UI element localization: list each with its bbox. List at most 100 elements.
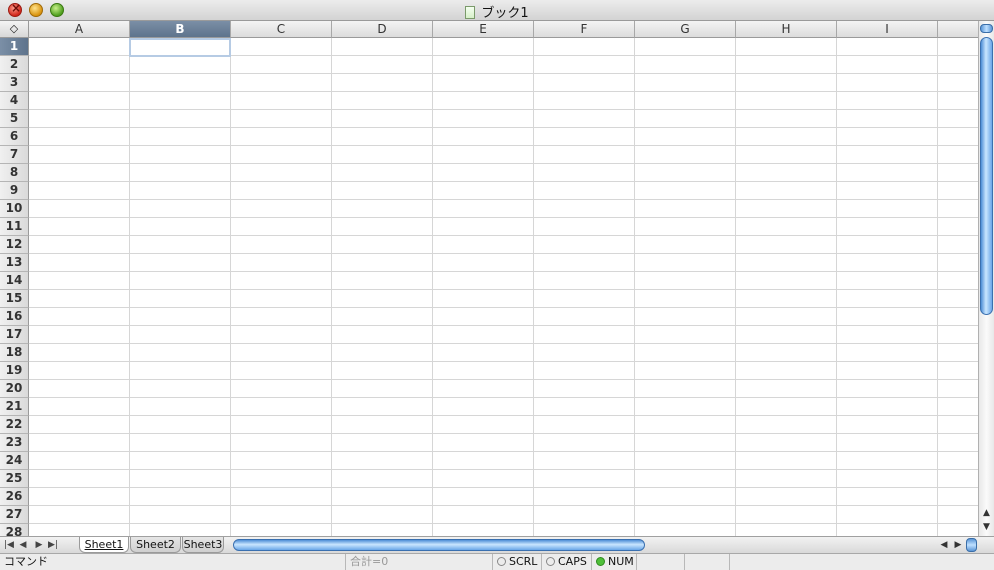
row-header-8[interactable]: 8 bbox=[0, 164, 29, 182]
column-header-g[interactable]: G bbox=[635, 21, 736, 38]
row-header-20[interactable]: 20 bbox=[0, 380, 29, 398]
gridline-horizontal bbox=[29, 505, 978, 506]
active-cell-b1[interactable] bbox=[129, 38, 231, 57]
column-header-f[interactable]: F bbox=[534, 21, 635, 38]
status-segment-empty-1 bbox=[637, 554, 685, 570]
status-bar: コマンド 合計=0 SCRL CAPS NUM bbox=[0, 553, 994, 570]
row-header-1[interactable]: 1 bbox=[0, 38, 29, 56]
caps-label: CAPS bbox=[558, 555, 587, 568]
gridline-horizontal bbox=[29, 433, 978, 434]
window-title: ブック1 bbox=[481, 6, 529, 21]
status-caps: CAPS bbox=[542, 554, 592, 570]
row-header-16[interactable]: 16 bbox=[0, 308, 29, 326]
row-header-6[interactable]: 6 bbox=[0, 128, 29, 146]
gridline-horizontal bbox=[29, 415, 978, 416]
column-header-a[interactable]: A bbox=[29, 21, 130, 38]
column-header-h[interactable]: H bbox=[736, 21, 837, 38]
row-header-2[interactable]: 2 bbox=[0, 56, 29, 74]
gridline-vertical bbox=[432, 38, 433, 536]
sheet-tab-3[interactable]: Sheet3 bbox=[182, 537, 224, 553]
horizontal-scroll-thumb[interactable] bbox=[233, 539, 645, 551]
gridline-horizontal bbox=[29, 307, 978, 308]
gridline-vertical bbox=[634, 38, 635, 536]
spreadsheet-grid[interactable]: ◇ A B C D E F G H I 1 2 3 4 5 6 7 8 9 10 11 12 13 14 15 16 17 18 19… bbox=[0, 21, 978, 536]
caps-indicator-icon bbox=[546, 557, 555, 566]
gridline-vertical bbox=[331, 38, 332, 536]
gridline-horizontal bbox=[29, 325, 978, 326]
gridline-horizontal bbox=[29, 91, 978, 92]
column-header-partial[interactable] bbox=[938, 21, 978, 38]
next-sheet-icon[interactable]: ▶ bbox=[33, 538, 45, 552]
row-header-25[interactable]: 25 bbox=[0, 470, 29, 488]
sheet-tab-bar: |◀ ◀ ▶ ▶| ◀ ▶ Sheet1 Sheet2 Sheet3 bbox=[0, 536, 994, 553]
row-header-7[interactable]: 7 bbox=[0, 146, 29, 164]
row-header-10[interactable]: 10 bbox=[0, 200, 29, 218]
gridline-vertical bbox=[836, 38, 837, 536]
scroll-left-icon[interactable]: ◀ bbox=[938, 539, 950, 551]
gridline-horizontal bbox=[29, 235, 978, 236]
row-header-19[interactable]: 19 bbox=[0, 362, 29, 380]
column-header-d[interactable]: D bbox=[332, 21, 433, 38]
vertical-split-handle[interactable] bbox=[980, 24, 993, 33]
row-header-28[interactable]: 28 bbox=[0, 524, 29, 536]
row-header-22[interactable]: 22 bbox=[0, 416, 29, 434]
row-header-23[interactable]: 23 bbox=[0, 434, 29, 452]
horizontal-split-handle[interactable] bbox=[966, 538, 977, 552]
scrl-label: SCRL bbox=[509, 555, 538, 568]
row-header-17[interactable]: 17 bbox=[0, 326, 29, 344]
row-header-5[interactable]: 5 bbox=[0, 110, 29, 128]
gridline-horizontal bbox=[29, 181, 978, 182]
gridline-horizontal bbox=[29, 289, 978, 290]
last-sheet-icon[interactable]: ▶| bbox=[47, 538, 59, 552]
vertical-scroll-thumb[interactable] bbox=[980, 37, 993, 315]
excel-window: ブック1 ◇ ABCDEFGHI123456789101112131415161… bbox=[0, 0, 994, 570]
workbook-document-icon bbox=[465, 6, 476, 19]
first-sheet-icon[interactable]: |◀ bbox=[3, 538, 15, 552]
window-title-group: ブック1 bbox=[0, 2, 994, 21]
diamond-icon: ◇ bbox=[9, 22, 19, 35]
row-header-24[interactable]: 24 bbox=[0, 452, 29, 470]
status-segment-empty-2 bbox=[685, 554, 730, 570]
status-sum: 合計=0 bbox=[346, 554, 493, 570]
row-header-4[interactable]: 4 bbox=[0, 92, 29, 110]
gridline-horizontal bbox=[29, 199, 978, 200]
title-bar[interactable]: ブック1 bbox=[0, 0, 994, 21]
row-header-21[interactable]: 21 bbox=[0, 398, 29, 416]
scroll-right-icon[interactable]: ▶ bbox=[952, 539, 964, 551]
row-header-12[interactable]: 12 bbox=[0, 236, 29, 254]
gridline-vertical bbox=[735, 38, 736, 536]
gridline-horizontal bbox=[29, 109, 978, 110]
row-header-14[interactable]: 14 bbox=[0, 272, 29, 290]
gridline-horizontal bbox=[29, 451, 978, 452]
row-header-27[interactable]: 27 bbox=[0, 506, 29, 524]
row-header-11[interactable]: 11 bbox=[0, 218, 29, 236]
sheet-tab-1[interactable]: Sheet1 bbox=[79, 537, 129, 553]
select-all-corner[interactable]: ◇ bbox=[0, 21, 29, 38]
gridline-horizontal bbox=[29, 397, 978, 398]
scrl-indicator-icon bbox=[497, 557, 506, 566]
sheet-tab-2[interactable]: Sheet2 bbox=[130, 537, 181, 553]
gridline-horizontal bbox=[29, 127, 978, 128]
gridline-vertical bbox=[533, 38, 534, 536]
column-header-i[interactable]: I bbox=[837, 21, 938, 38]
row-header-13[interactable]: 13 bbox=[0, 254, 29, 272]
vertical-scrollbar[interactable]: ▲ ▼ bbox=[978, 21, 994, 536]
num-indicator-icon bbox=[596, 557, 605, 566]
row-header-9[interactable]: 9 bbox=[0, 182, 29, 200]
column-header-e[interactable]: E bbox=[433, 21, 534, 38]
scroll-down-icon[interactable]: ▼ bbox=[981, 521, 992, 533]
row-header-15[interactable]: 15 bbox=[0, 290, 29, 308]
gridline-horizontal bbox=[29, 487, 978, 488]
column-header-c[interactable]: C bbox=[231, 21, 332, 38]
row-header-26[interactable]: 26 bbox=[0, 488, 29, 506]
scroll-up-icon[interactable]: ▲ bbox=[981, 507, 992, 519]
gridline-vertical bbox=[129, 38, 130, 536]
gridline-horizontal bbox=[29, 271, 978, 272]
status-scrl: SCRL bbox=[493, 554, 542, 570]
num-label: NUM bbox=[608, 555, 634, 568]
row-header-18[interactable]: 18 bbox=[0, 344, 29, 362]
gridline-horizontal bbox=[29, 361, 978, 362]
column-header-b[interactable]: B bbox=[130, 21, 231, 38]
row-header-3[interactable]: 3 bbox=[0, 74, 29, 92]
prev-sheet-icon[interactable]: ◀ bbox=[17, 538, 29, 552]
